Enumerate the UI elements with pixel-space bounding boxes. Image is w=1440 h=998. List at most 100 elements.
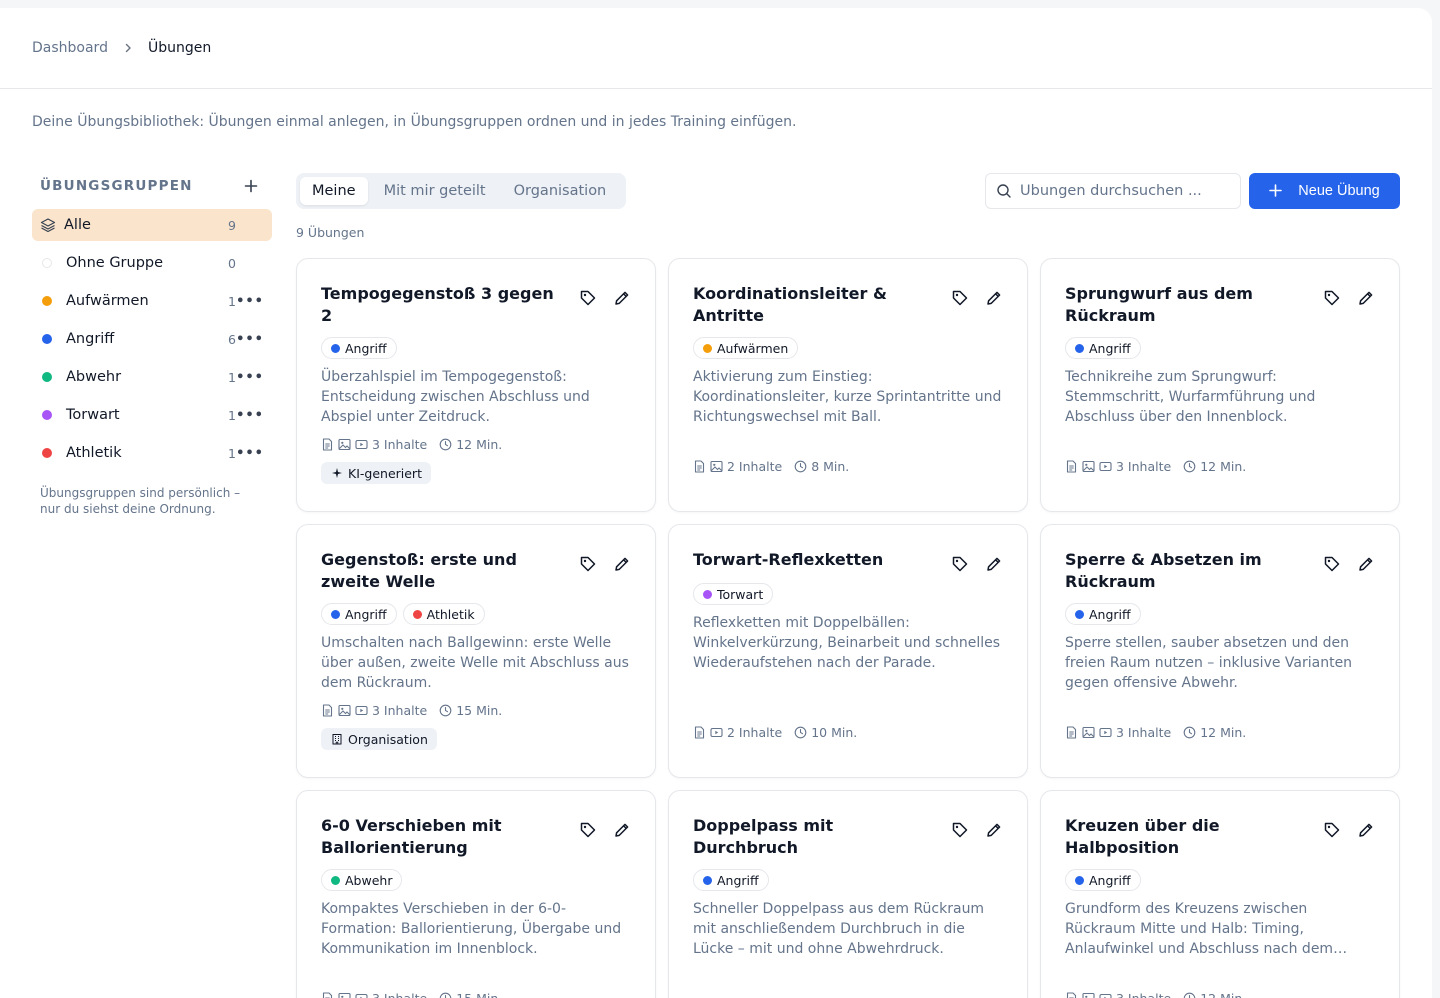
image-icon (1082, 992, 1095, 998)
tag-icon[interactable] (579, 555, 597, 573)
exercise-card[interactable]: 6-0 Verschieben mit BallorientierungAbwe… (296, 790, 656, 998)
sidebar-item-angriff[interactable]: Angriff6••• (32, 323, 272, 355)
group-tags: Angriff (693, 869, 1003, 891)
clock-icon (794, 726, 807, 739)
new-exercise-button[interactable]: Neue Übung (1249, 173, 1400, 209)
search-input[interactable] (1020, 183, 1230, 199)
exercise-card[interactable]: Tempogegenstoß 3 gegen 2 Angriff Überzahls… (296, 258, 656, 512)
tab-organisation[interactable]: Organisation (502, 177, 619, 205)
tag-icon[interactable] (951, 821, 969, 839)
pencil-icon[interactable] (985, 555, 1003, 573)
sidebar-item-count: 9 (222, 218, 236, 233)
sidebar-item-torwart[interactable]: Torwart1••• (32, 399, 272, 431)
exercise-card[interactable]: Koordinationsleiter & AntritteAufwärmenA… (668, 258, 1028, 512)
pencil-icon[interactable] (1357, 289, 1375, 307)
sidebar-item-ohne-gruppe[interactable]: Ohne Gruppe0 (32, 247, 272, 279)
pencil-icon[interactable] (613, 289, 631, 307)
doc-icon (1065, 460, 1078, 473)
duration: 12 Min. (1200, 459, 1246, 474)
video-icon (1099, 726, 1112, 739)
sidebar-item-count: 6 (222, 332, 236, 347)
sidebar-item-abwehr[interactable]: Abwehr1••• (32, 361, 272, 393)
more-icon[interactable]: ••• (236, 370, 264, 385)
group-color-dot (42, 448, 52, 458)
content-count: 3 Inhalte (1116, 991, 1171, 998)
image-icon (338, 438, 351, 451)
tag-icon[interactable] (1323, 289, 1341, 307)
content-count: 3 Inhalte (372, 991, 427, 998)
group-color-dot (331, 610, 340, 619)
group-tag: Angriff (1065, 869, 1141, 891)
group-tag: Angriff (321, 337, 397, 359)
clock-icon (439, 704, 452, 717)
sidebar-item-athletik[interactable]: Athletik1••• (32, 437, 272, 469)
more-icon[interactable]: ••• (236, 332, 264, 347)
exercise-meta: 3 Inhalte 12 Min. (1065, 991, 1246, 998)
group-color-dot (331, 876, 340, 885)
exercise-card[interactable]: Gegenstoß: erste und zweite WelleAngriff… (296, 524, 656, 778)
tag-icon[interactable] (579, 289, 597, 307)
exercise-title[interactable]: Gegenstoß: erste und zweite Welle (321, 549, 561, 593)
content-count: 3 Inhalte (1116, 459, 1171, 474)
doc-icon (1065, 726, 1078, 739)
pencil-icon[interactable] (1357, 555, 1375, 573)
exercise-card[interactable]: Kreuzen über die HalbpositionAngriffGrun… (1040, 790, 1400, 998)
more-icon[interactable]: ••• (236, 446, 264, 461)
group-tag-label: Aufwärmen (717, 341, 788, 356)
exercise-meta: 3 Inhalte15 Min. (321, 991, 502, 998)
group-tag: Aufwärmen (693, 337, 798, 359)
pencil-icon[interactable] (985, 289, 1003, 307)
pencil-icon[interactable] (1357, 821, 1375, 839)
group-tags: Aufwärmen (693, 337, 1003, 359)
sidebar-item-aufwärmen[interactable]: Aufwärmen1••• (32, 285, 272, 317)
pencil-icon[interactable] (985, 821, 1003, 839)
image-icon (1082, 726, 1095, 739)
exercise-title[interactable]: Kreuzen über die Halbposition (1065, 815, 1305, 859)
group-tag-label: Angriff (1089, 607, 1131, 622)
more-icon[interactable]: ••• (236, 408, 264, 423)
sidebar-item-label: Athletik (66, 445, 222, 461)
tag-icon[interactable] (579, 821, 597, 839)
exercise-card[interactable]: Doppelpass mit DurchbruchAngriffSchnelle… (668, 790, 1028, 998)
tag-icon[interactable] (951, 555, 969, 573)
group-color-dot (703, 590, 712, 599)
exercise-description: Technikreihe zum Sprungwurf: Stemmschrit… (1065, 367, 1375, 427)
exercise-card[interactable]: Sprungwurf aus dem RückraumAngriffTechni… (1040, 258, 1400, 512)
group-color-dot (413, 610, 422, 619)
pencil-icon[interactable] (613, 555, 631, 573)
tab-mit-mir-geteilt[interactable]: Mit mir geteilt (372, 177, 498, 205)
more-icon[interactable]: ••• (236, 294, 264, 309)
exercise-title[interactable]: Doppelpass mit Durchbruch (693, 815, 933, 859)
exercise-title[interactable]: Sprungwurf aus dem Rückraum (1065, 283, 1305, 327)
exercise-title[interactable]: Torwart-Reflexketten (693, 549, 933, 573)
content-count: 3 Inhalte (372, 703, 427, 718)
group-tag-label: Angriff (1089, 873, 1131, 888)
sidebar-note: Übungsgruppen sind persönlich – nur du s… (32, 485, 252, 517)
exercise-title[interactable]: Koordinationsleiter & Antritte (693, 283, 933, 327)
breadcrumb-dashboard-link[interactable]: Dashboard (32, 40, 108, 56)
sidebar-item-label: Ohne Gruppe (66, 255, 222, 271)
exercise-description: Überzahlspiel im Tempogegenstoß: Entsche… (321, 367, 631, 427)
tag-icon[interactable] (951, 289, 969, 307)
search-box[interactable] (985, 173, 1241, 209)
plus-icon[interactable] (244, 176, 258, 196)
group-color-dot (42, 372, 52, 382)
breadcrumb: Dashboard Übungen (0, 8, 1432, 89)
sidebar-title: ÜBUNGSGRUPPEN (40, 178, 193, 194)
tag-icon[interactable] (1323, 821, 1341, 839)
exercise-title[interactable]: Tempogegenstoß 3 gegen 2 (321, 283, 561, 327)
page: Dashboard Übungen Deine Übungsbibliothek… (0, 8, 1432, 998)
sidebar-item-alle[interactable]: Alle9 (32, 209, 272, 241)
plus-icon (1269, 182, 1282, 200)
image-icon (338, 992, 351, 998)
exercise-card[interactable]: Sperre & Absetzen im RückraumAngriffSper… (1040, 524, 1400, 778)
duration: 12 Min. (1200, 991, 1246, 998)
group-tags: Angriff (1065, 603, 1375, 625)
pencil-icon[interactable] (613, 821, 631, 839)
exercise-title[interactable]: Sperre & Absetzen im Rückraum (1065, 549, 1305, 593)
tab-meine[interactable]: Meine (300, 177, 368, 205)
tag-icon[interactable] (1323, 555, 1341, 573)
exercise-title[interactable]: 6-0 Verschieben mit Ballorientierung (321, 815, 561, 859)
exercise-card[interactable]: Torwart-ReflexkettenTorwartReflexketten … (668, 524, 1028, 778)
exercise-meta: 2 Inhalte10 Min. (693, 725, 857, 740)
